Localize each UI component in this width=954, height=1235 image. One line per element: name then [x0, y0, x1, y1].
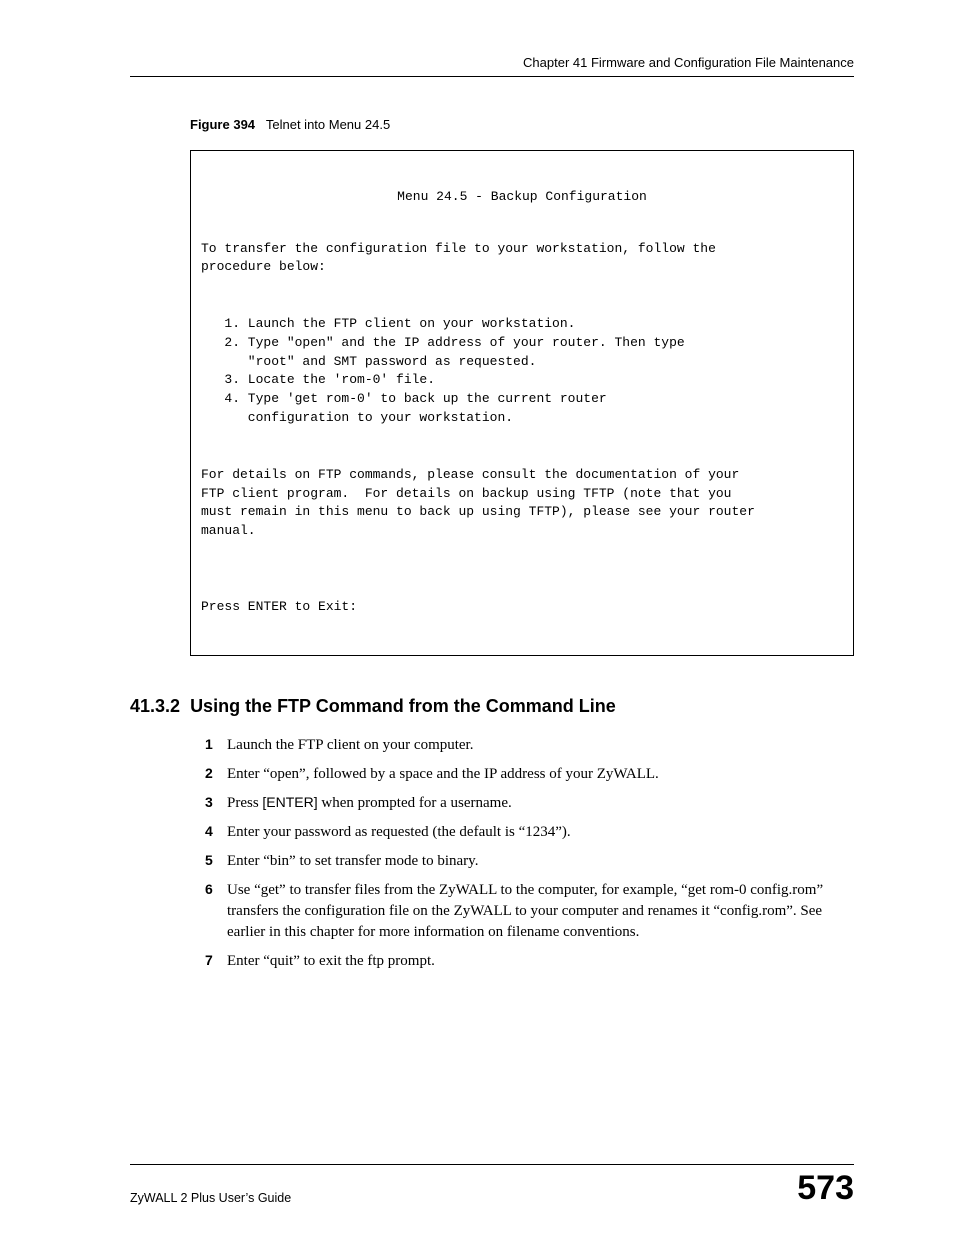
steps-list: 1Launch the FTP client on your computer.… [205, 735, 854, 972]
step-text: Use “get” to transfer files from the ZyW… [227, 880, 854, 943]
step-3-enter: [ENTER] [262, 794, 317, 810]
step-2: 2Enter “open”, followed by a space and t… [205, 764, 854, 785]
step-6: 6Use “get” to transfer files from the Zy… [205, 880, 854, 943]
section-number: 41.3.2 [130, 696, 180, 716]
step-5: 5Enter “bin” to set transfer mode to bin… [205, 851, 854, 872]
step-text: Enter “quit” to exit the ftp prompt. [227, 951, 435, 972]
step-text: Enter “bin” to set transfer mode to bina… [227, 851, 478, 872]
telnet-box: Menu 24.5 - Backup Configuration To tran… [190, 150, 854, 656]
telnet-details: For details on FTP commands, please cons… [201, 466, 843, 541]
step-num: 5 [205, 851, 227, 872]
figure-title: Telnet into Menu 24.5 [266, 117, 390, 132]
step-num: 1 [205, 735, 227, 756]
footer: ZyWALL 2 Plus User’s Guide 573 [130, 1164, 854, 1205]
telnet-items: 1. Launch the FTP client on your worksta… [201, 315, 843, 428]
figure-caption: Figure 394 Telnet into Menu 24.5 [190, 117, 854, 132]
step-num: 2 [205, 764, 227, 785]
page-number: 573 [797, 1171, 854, 1205]
section-heading: 41.3.2 Using the FTP Command from the Co… [130, 696, 854, 717]
step-3c: when prompted for a username. [318, 795, 512, 811]
step-num: 4 [205, 822, 227, 843]
step-4: 4Enter your password as requested (the d… [205, 822, 854, 843]
step-text: Launch the FTP client on your computer. [227, 735, 473, 756]
figure-label: Figure 394 [190, 117, 255, 132]
step-num: 7 [205, 951, 227, 972]
telnet-title: Menu 24.5 - Backup Configuration [201, 188, 843, 207]
step-3: 3Press [ENTER] when prompted for a usern… [205, 793, 854, 814]
telnet-intro: To transfer the configuration file to yo… [201, 240, 843, 278]
step-text: Enter “open”, followed by a space and th… [227, 764, 659, 785]
step-num: 3 [205, 793, 227, 814]
step-3a: Press [227, 795, 262, 811]
header-chapter: Chapter 41 Firmware and Configuration Fi… [130, 55, 854, 77]
step-num: 6 [205, 880, 227, 943]
section-title: Using the FTP Command from the Command L… [190, 696, 616, 716]
footer-guide: ZyWALL 2 Plus User’s Guide [130, 1191, 291, 1205]
step-text: Press [ENTER] when prompted for a userna… [227, 793, 512, 814]
step-1: 1Launch the FTP client on your computer. [205, 735, 854, 756]
step-7: 7Enter “quit” to exit the ftp prompt. [205, 951, 854, 972]
telnet-press: Press ENTER to Exit: [201, 598, 843, 617]
step-text: Enter your password as requested (the de… [227, 822, 571, 843]
